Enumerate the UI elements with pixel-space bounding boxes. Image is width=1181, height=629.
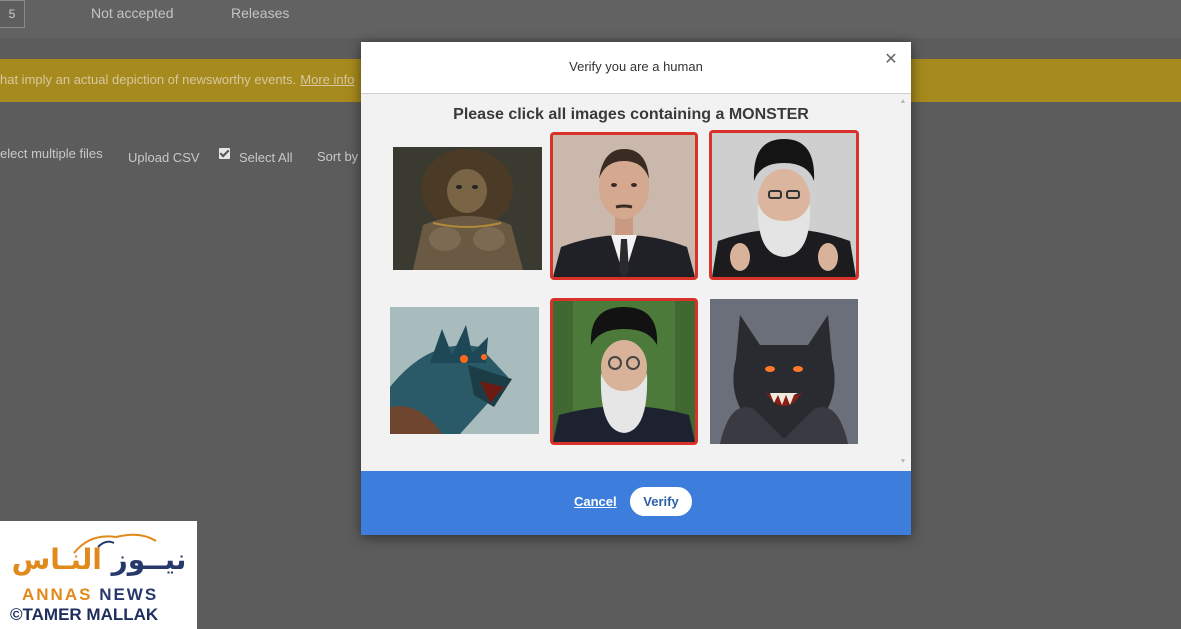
watermark-english-part1: ANNAS — [22, 585, 93, 604]
select-all-label: Select All — [239, 150, 293, 165]
close-icon[interactable]: ✕ — [882, 51, 900, 69]
verify-button[interactable]: Verify — [630, 487, 692, 516]
tab-releases[interactable]: Releases — [231, 5, 289, 21]
captcha-tile-elderly-man-turban[interactable] — [550, 298, 698, 445]
captcha-tile-werewolf-monster[interactable] — [710, 299, 858, 444]
watermark-english: ANNAS NEWS — [22, 585, 158, 605]
modal-header: Verify you are a human ✕ — [361, 42, 911, 94]
captcha-instruction: Please click all images containing a MON… — [453, 106, 809, 123]
lion-monster-image — [393, 147, 542, 270]
watermark-arabic-part2: النـاس — [11, 543, 102, 576]
watermark-english-part2: NEWS — [99, 585, 159, 604]
scroll-down-arrow-icon[interactable]: ▼ — [899, 458, 907, 465]
watermark-credit: ©TAMER MALLAK — [10, 605, 159, 624]
watermark-arabic: نيــوز النـاس — [10, 543, 188, 576]
captcha-modal: Verify you are a human ✕ ▲ Please click … — [361, 42, 911, 535]
banner-more-info-link[interactable]: More info — [300, 72, 354, 87]
cancel-button[interactable]: Cancel — [574, 494, 617, 509]
banner-text: hat imply an actual depiction of newswor… — [0, 72, 297, 87]
modal-body: ▲ Please click all images containing a M… — [361, 94, 911, 471]
modal-footer: Cancel Verify — [361, 471, 911, 535]
scroll-up-arrow-icon[interactable]: ▲ — [899, 98, 907, 105]
select-multiple-files[interactable]: elect multiple files — [0, 146, 103, 161]
watermark-arabic-part1: نيــوز — [111, 543, 187, 576]
bearded-man-turban-image — [712, 133, 856, 277]
page-count-box[interactable]: 5 — [0, 0, 25, 28]
captcha-tile-dragon-monster[interactable] — [390, 307, 539, 434]
werewolf-monster-image — [710, 299, 858, 444]
upload-csv-button[interactable]: Upload CSV — [128, 150, 200, 165]
elderly-man-turban-image — [553, 301, 695, 442]
tab-not-accepted[interactable]: Not accepted — [91, 5, 174, 21]
dragon-monster-image — [390, 307, 539, 434]
annas-news-watermark: نيــوز النـاس ANNAS NEWS ©TAMER MALLAK — [0, 521, 197, 629]
select-all-checkbox[interactable] — [219, 148, 230, 159]
captcha-tile-lion-monster[interactable] — [393, 147, 542, 270]
modal-title: Verify you are a human — [569, 59, 703, 74]
man-in-suit-image — [553, 135, 695, 277]
background-top-bar — [0, 0, 1181, 38]
sort-by-dropdown[interactable]: Sort by — [317, 149, 358, 164]
captcha-tile-bearded-man-turban[interactable] — [709, 130, 859, 280]
captcha-tile-man-in-suit[interactable] — [550, 132, 698, 280]
